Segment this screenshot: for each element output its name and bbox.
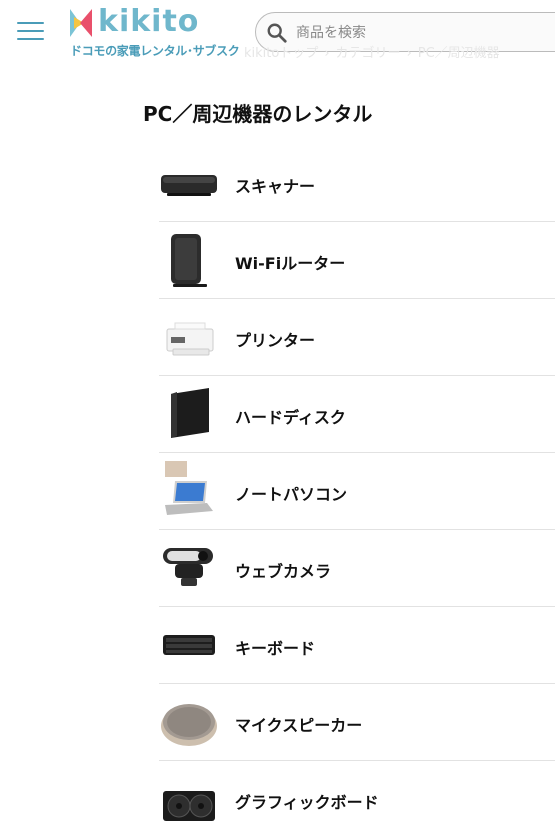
printer-icon (166, 322, 214, 356)
breadcrumb: kikitoトップ › カテゴリー › PC／周辺機器 (244, 42, 500, 61)
category-item-printer[interactable]: プリンター (159, 299, 555, 376)
webcam-icon (163, 548, 213, 586)
wifi-router-icon (171, 234, 207, 287)
breadcrumb-home[interactable]: kikitoトップ (244, 46, 318, 61)
category-item-scanner[interactable]: スキャナー (159, 145, 555, 222)
category-item-speakerphone[interactable]: マイクスピーカー (159, 684, 555, 761)
category-item-webcam[interactable]: ウェブカメラ (159, 530, 555, 607)
category-label: ノートパソコン (235, 485, 348, 504)
scanner-icon (161, 175, 217, 196)
laptop-icon (165, 461, 213, 515)
category-label: Wi-Fiルーター (235, 254, 346, 273)
category-item-laptop[interactable]: ノートパソコン (159, 453, 555, 530)
keyboard-icon (163, 635, 215, 655)
speakerphone-icon (161, 704, 217, 746)
graphics-card-icon (163, 791, 215, 821)
hamburger-menu-icon[interactable] (17, 20, 44, 42)
category-label: マイクスピーカー (235, 716, 363, 735)
category-list: スキャナー Wi-Fiルーター プリンター ハードディスク ノートパソコン ウェ… (159, 145, 555, 838)
search-icon[interactable] (266, 22, 288, 44)
breadcrumb-category[interactable]: カテゴリー (336, 46, 401, 61)
category-label: ハードディスク (235, 408, 346, 427)
category-label: キーボード (235, 639, 316, 658)
logo-wordmark: kikito (98, 4, 200, 39)
category-item-keyboard[interactable]: キーボード (159, 607, 555, 684)
logo-mark-icon (70, 9, 92, 37)
logo-tagline: ドコモの家電レンタル･サブスク (70, 44, 240, 58)
breadcrumb-separator: › (406, 46, 412, 61)
kikito-logo[interactable]: kikito ドコモの家電レンタル･サブスク (70, 4, 240, 60)
breadcrumb-separator: › (324, 46, 330, 61)
category-label: グラフィックボード (235, 793, 379, 812)
category-item-wifi-router[interactable]: Wi-Fiルーター (159, 222, 555, 299)
breadcrumb-current: PC／周辺機器 (417, 46, 500, 61)
category-label: スキャナー (235, 177, 316, 196)
category-item-graphics-card[interactable]: グラフィックボード (159, 761, 555, 838)
category-label: ウェブカメラ (235, 562, 332, 581)
page-title: PC／周辺機器のレンタル (143, 102, 373, 126)
category-label: プリンター (235, 331, 316, 350)
hard-disk-icon (171, 388, 209, 438)
category-item-hard-disk[interactable]: ハードディスク (159, 376, 555, 453)
